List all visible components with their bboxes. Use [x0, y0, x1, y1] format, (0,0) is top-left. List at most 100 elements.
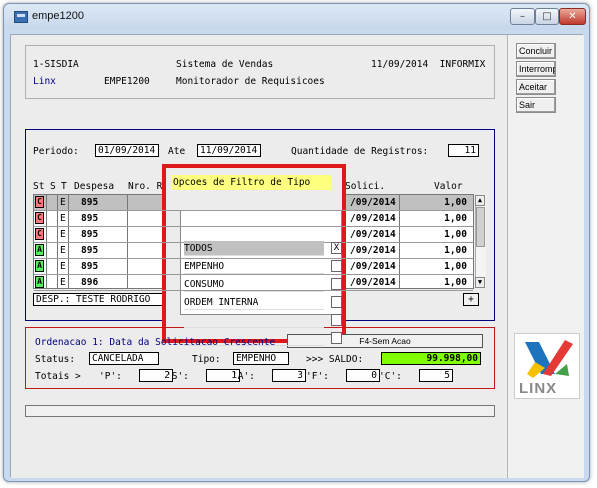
qtd-registros-label: Quantidade de Registros: [291, 146, 429, 157]
status-badge: C [35, 196, 44, 208]
title-bar: empe1200 – □ ✕ [4, 4, 589, 30]
cell-tipo: E [60, 277, 66, 288]
qtd-registros-field[interactable]: 11 [448, 144, 479, 157]
filter-option-label[interactable] [184, 331, 324, 346]
cell-tipo: E [60, 197, 66, 208]
ate-label: Ate [168, 146, 186, 157]
col-st: St [33, 181, 45, 192]
cell-despesa: 895 [81, 261, 99, 272]
filter-option-checkbox[interactable] [331, 296, 342, 308]
cell-solici: /09/2014 [350, 277, 396, 288]
cell-solici: /09/2014 [350, 245, 396, 256]
filter-option-checkbox[interactable]: X [331, 242, 342, 254]
col-s: S [50, 181, 56, 192]
cell-solici: /09/2014 [350, 197, 396, 208]
minimize-button[interactable]: – [510, 8, 535, 25]
filter-option-checkbox[interactable] [331, 332, 342, 344]
status-badge: A [35, 276, 44, 288]
message-line [25, 405, 495, 417]
status-badge: C [35, 212, 44, 224]
filter-option-checkbox[interactable] [331, 260, 342, 272]
col-t: T [61, 181, 67, 192]
scroll-thumb[interactable] [476, 207, 485, 247]
col-valor: Valor [434, 181, 463, 192]
filter-option-checkbox[interactable] [331, 314, 342, 326]
status-badge: A [35, 244, 44, 256]
app-window: empe1200 – □ ✕ 1-SISDIA Sistema de Venda… [3, 3, 590, 482]
cell-despesa: 895 [81, 197, 99, 208]
cell-despesa: 896 [81, 277, 99, 288]
program-code: EMPE1200 [104, 76, 150, 87]
cell-despesa: 895 [81, 245, 99, 256]
cell-tipo: E [60, 229, 66, 240]
totais-label: Totais > [35, 371, 81, 382]
app-icon [14, 11, 28, 23]
window-title: empe1200 [32, 10, 84, 22]
concluir-button[interactable]: Concluir [516, 43, 556, 59]
interromper-button[interactable]: Interromper [516, 61, 556, 77]
cell-solici: /09/2014 [350, 213, 396, 224]
periodo-label: Periodo: [33, 146, 79, 157]
status-badge: A [35, 260, 44, 272]
filter-option-checkbox[interactable] [331, 278, 342, 290]
total-key: 'S': [166, 371, 189, 382]
system-code: 1-SISDIA [33, 59, 79, 70]
col-solici: Solici. [345, 181, 386, 192]
program-title: Monitorador de Requisicoes [176, 76, 325, 87]
cell-valor: 1,00 [444, 213, 467, 224]
periodo-from-field[interactable]: 01/09/2014 [95, 144, 159, 157]
status-label: Status: [35, 354, 76, 365]
scroll-up-arrow-icon[interactable]: ▲ [475, 195, 485, 206]
grid-row-line [34, 274, 473, 275]
filter-option-label[interactable]: CONSUMO [184, 277, 324, 292]
maximize-button[interactable]: □ [535, 8, 559, 25]
cell-valor: 1,00 [444, 197, 467, 208]
scroll-down-arrow-icon[interactable]: ▼ [475, 277, 485, 288]
status-field: CANCELADA [89, 352, 159, 365]
total-value: 3 [272, 369, 306, 382]
aceitar-button[interactable]: Aceitar [516, 79, 556, 95]
system-name: Sistema de Vendas [176, 59, 274, 70]
total-key: 'C': [379, 371, 402, 382]
cell-valor: 1,00 [444, 245, 467, 256]
cell-valor: 1,00 [444, 261, 467, 272]
periodo-to-field[interactable]: 11/09/2014 [197, 144, 261, 157]
linx-logo: LINX [514, 333, 580, 399]
cell-tipo: E [60, 261, 66, 272]
date-db: 11/09/2014 INFORMIX [371, 59, 486, 70]
cell-valor: 1,00 [444, 277, 467, 288]
main-screen: 1-SISDIA Sistema de Vendas 11/09/2014 IN… [11, 35, 507, 478]
cell-despesa: 895 [81, 229, 99, 240]
col-despesa: Despesa [74, 181, 115, 192]
grid-row-line [34, 226, 473, 227]
popup-title: Opcoes de Filtro de Tipo [171, 175, 331, 190]
plus-button[interactable]: + [463, 293, 479, 306]
total-key: 'P': [99, 371, 122, 382]
side-menu: Concluir Interromper Aceitar Sair LINX [507, 35, 584, 478]
cell-solici: /09/2014 [350, 229, 396, 240]
cell-solici: /09/2014 [350, 261, 396, 272]
filter-option-label[interactable]: TODOS [184, 241, 324, 256]
close-button[interactable]: ✕ [559, 8, 586, 25]
cell-tipo: E [60, 213, 66, 224]
total-value: 0 [346, 369, 380, 382]
sair-button[interactable]: Sair [516, 97, 556, 113]
col-nro: Nro. R [128, 181, 163, 192]
filter-option-label[interactable]: ORDEM INTERNA [184, 295, 324, 310]
header-panel [25, 45, 495, 99]
cell-tipo: E [60, 245, 66, 256]
company-name: Linx [33, 76, 56, 87]
filter-option-label[interactable]: EMPENHO [184, 259, 324, 274]
total-key: 'F': [306, 371, 329, 382]
linx-logo-text: LINX [519, 380, 558, 397]
tipo-field: EMPENHO [233, 352, 289, 365]
status-badge: C [35, 228, 44, 240]
cell-valor: 1,00 [444, 229, 467, 240]
client-area: 1-SISDIA Sistema de Vendas 11/09/2014 IN… [10, 34, 584, 478]
grid-row-line [34, 210, 473, 211]
desp-field: DESP.: TESTE RODRIGO [33, 293, 183, 306]
filter-option-label[interactable] [184, 313, 324, 328]
total-key: 'A': [232, 371, 255, 382]
saldo-field: 99.998,00 [381, 352, 481, 365]
tipo-label: Tipo: [192, 354, 221, 365]
